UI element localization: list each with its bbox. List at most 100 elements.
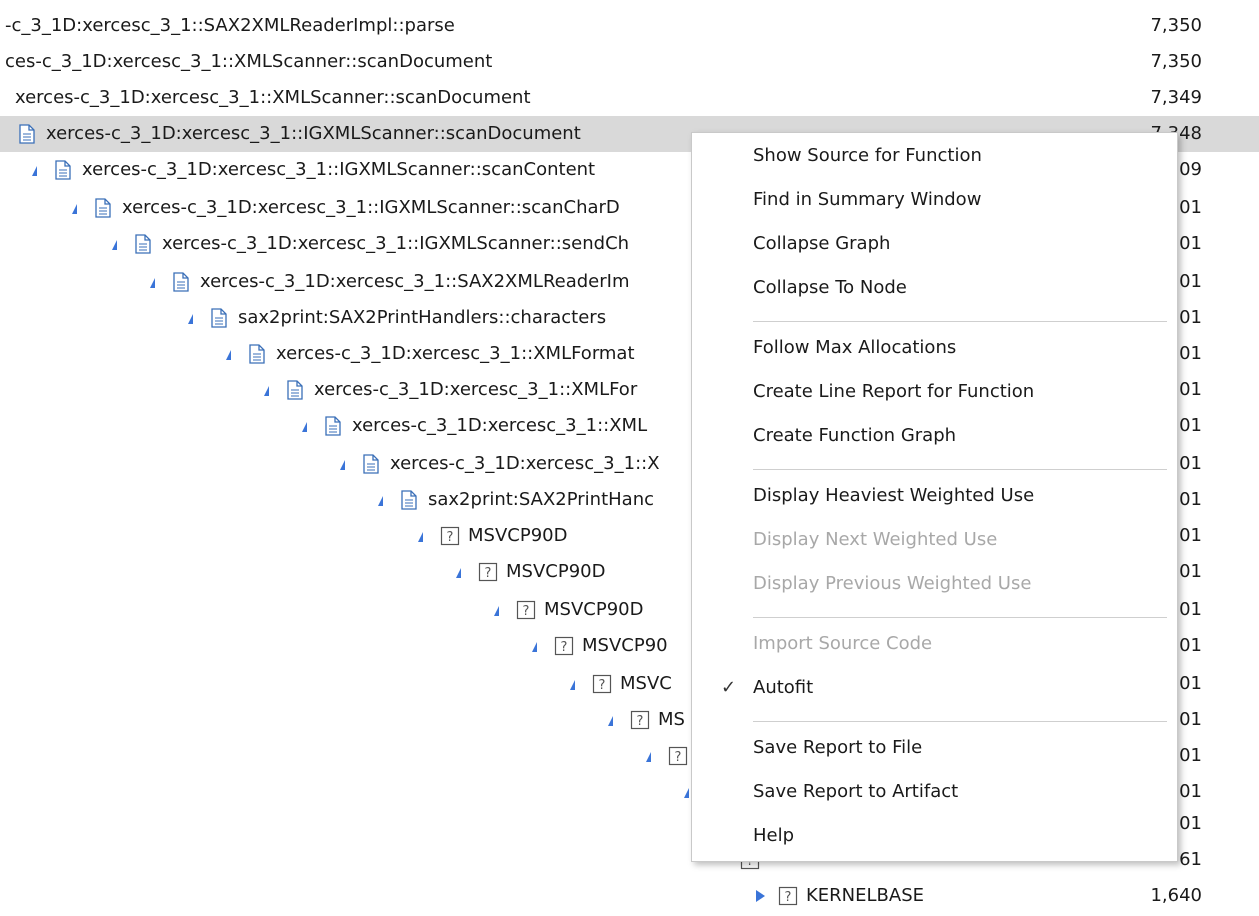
collapse-arrow-icon[interactable] — [532, 642, 537, 652]
save-report-artifact-menu-item[interactable]: Save Report to Artifact — [753, 781, 958, 802]
allocation-count: 01 — [1179, 307, 1202, 328]
allocation-count: 01 — [1179, 709, 1202, 730]
function-name: xerces-c_3_1D:xercesc_3_1::XMLScanner::s… — [15, 87, 531, 108]
find-summary-menu-item[interactable]: Find in Summary Window — [753, 189, 981, 210]
function-name: MSVCP90 — [582, 635, 668, 656]
allocation-count: 01 — [1179, 813, 1202, 834]
collapse-arrow-icon[interactable] — [418, 532, 423, 542]
collapse-arrow-icon[interactable] — [646, 752, 651, 762]
menu-separator — [753, 721, 1167, 722]
collapse-arrow-icon[interactable] — [226, 350, 231, 360]
collapse-arrow-icon[interactable] — [494, 606, 499, 616]
function-name: xerces-c_3_1D:xercesc_3_1::IGXMLScanner:… — [162, 233, 630, 254]
allocation-count: 01 — [1179, 415, 1202, 436]
document-icon — [134, 234, 152, 259]
unknown-icon: ? — [554, 636, 574, 661]
collapse-graph-menu-item[interactable]: Collapse Graph — [753, 233, 890, 254]
allocation-count: 01 — [1179, 745, 1202, 766]
function-name: MSVCP90D — [544, 599, 644, 620]
unknown-icon: ? — [668, 746, 688, 771]
collapse-arrow-icon[interactable] — [264, 386, 269, 396]
svg-text:?: ? — [675, 750, 682, 765]
collapse-arrow-icon[interactable] — [188, 314, 193, 324]
allocation-count: 01 — [1179, 525, 1202, 546]
svg-text:?: ? — [485, 566, 492, 581]
function-name: ces-c_3_1D:xercesc_3_1::XMLScanner::scan… — [5, 51, 493, 72]
function-name: MSVC — [620, 673, 672, 694]
collapse-arrow-icon[interactable] — [608, 716, 613, 726]
tree-row[interactable]: ? KERNELBASE 1,640 — [0, 878, 1259, 914]
checkmark-icon: ✓ — [721, 677, 737, 698]
collapse-to-node-menu-item[interactable]: Collapse To Node — [753, 277, 907, 298]
menu-separator — [753, 617, 1167, 618]
function-name: -c_3_1D:xercesc_3_1::SAX2XMLReaderImpl::… — [5, 15, 455, 36]
document-icon — [362, 454, 380, 479]
menu-separator — [753, 469, 1167, 470]
document-icon — [172, 272, 190, 297]
function-name: xerces-c_3_1D:xercesc_3_1::XMLFor — [314, 379, 638, 400]
collapse-arrow-icon[interactable] — [150, 278, 155, 288]
document-icon — [324, 416, 342, 441]
collapse-arrow-icon[interactable] — [32, 166, 37, 176]
allocation-count: 01 — [1179, 271, 1202, 292]
collapse-arrow-icon[interactable] — [302, 422, 307, 432]
allocation-count: 01 — [1179, 561, 1202, 582]
collapse-arrow-icon[interactable] — [456, 568, 461, 578]
function-name: sax2print:SAX2PrintHandlers::characters — [238, 307, 607, 328]
allocation-count: 7,350 — [1150, 15, 1202, 36]
import-source-menu-item[interactable]: Import Source Code — [753, 633, 932, 654]
svg-text:?: ? — [447, 530, 454, 545]
document-icon — [210, 308, 228, 333]
collapse-arrow-icon[interactable] — [378, 496, 383, 506]
allocation-count: 7,350 — [1150, 51, 1202, 72]
svg-text:?: ? — [523, 604, 530, 619]
help-menu-item[interactable]: Help — [753, 825, 794, 846]
tree-row[interactable]: ces-c_3_1D:xercesc_3_1::XMLScanner::scan… — [0, 44, 1259, 80]
function-name: sax2print:SAX2PrintHanc — [428, 489, 655, 510]
create-line-report-menu-item[interactable]: Create Line Report for Function — [753, 381, 1034, 402]
unknown-icon: ? — [516, 600, 536, 625]
show-source-menu-item[interactable]: Show Source for Function — [753, 145, 982, 166]
display-previous-menu-item[interactable]: Display Previous Weighted Use — [753, 573, 1031, 594]
function-name: xerces-c_3_1D:xercesc_3_1::IGXMLScanner:… — [122, 197, 620, 218]
collapse-arrow-icon[interactable] — [570, 680, 575, 690]
collapse-arrow-icon[interactable] — [112, 240, 117, 250]
unknown-icon: ? — [478, 562, 498, 587]
function-name: xerces-c_3_1D:xercesc_3_1::IGXMLScanner:… — [46, 123, 581, 144]
collapse-arrow-icon[interactable] — [684, 788, 689, 798]
document-icon — [248, 344, 266, 369]
expand-arrow-icon[interactable] — [756, 890, 765, 902]
function-name: MSVCP90D — [506, 561, 606, 582]
allocation-count: 01 — [1179, 489, 1202, 510]
allocation-count: 01 — [1179, 197, 1202, 218]
function-name: xerces-c_3_1D:xercesc_3_1::XMLFormat — [276, 343, 635, 364]
collapse-arrow-icon[interactable] — [72, 204, 77, 214]
menu-separator — [753, 321, 1167, 322]
display-heaviest-menu-item[interactable]: Display Heaviest Weighted Use — [753, 485, 1034, 506]
create-function-graph-menu-item[interactable]: Create Function Graph — [753, 425, 956, 446]
document-icon — [400, 490, 418, 515]
svg-text:?: ? — [637, 714, 644, 729]
svg-text:?: ? — [785, 890, 792, 905]
function-name: xerces-c_3_1D:xercesc_3_1::X — [390, 453, 660, 474]
collapse-arrow-icon[interactable] — [340, 460, 345, 470]
allocation-count: 61 — [1179, 849, 1202, 870]
document-icon — [54, 160, 72, 185]
unknown-icon: ? — [592, 674, 612, 699]
display-next-menu-item[interactable]: Display Next Weighted Use — [753, 529, 997, 550]
tree-row[interactable]: xerces-c_3_1D:xercesc_3_1::XMLScanner::s… — [0, 80, 1259, 116]
function-name: MSVCP90D — [468, 525, 568, 546]
allocation-count: 01 — [1179, 233, 1202, 254]
allocation-count: 01 — [1179, 379, 1202, 400]
follow-max-allocations-menu-item[interactable]: Follow Max Allocations — [753, 337, 956, 358]
allocation-count: 1,640 — [1150, 885, 1202, 906]
document-icon — [286, 380, 304, 405]
tree-row[interactable]: -c_3_1D:xercesc_3_1::SAX2XMLReaderImpl::… — [0, 8, 1259, 44]
autofit-menu-item[interactable]: Autofit — [753, 677, 813, 698]
function-name: xerces-c_3_1D:xercesc_3_1::IGXMLScanner:… — [82, 159, 596, 180]
function-name: MS — [658, 709, 685, 730]
save-report-file-menu-item[interactable]: Save Report to File — [753, 737, 922, 758]
function-name: xerces-c_3_1D:xercesc_3_1::XML — [352, 415, 648, 436]
allocation-count: 01 — [1179, 635, 1202, 656]
function-name: xerces-c_3_1D:xercesc_3_1::SAX2XMLReader… — [200, 271, 630, 292]
